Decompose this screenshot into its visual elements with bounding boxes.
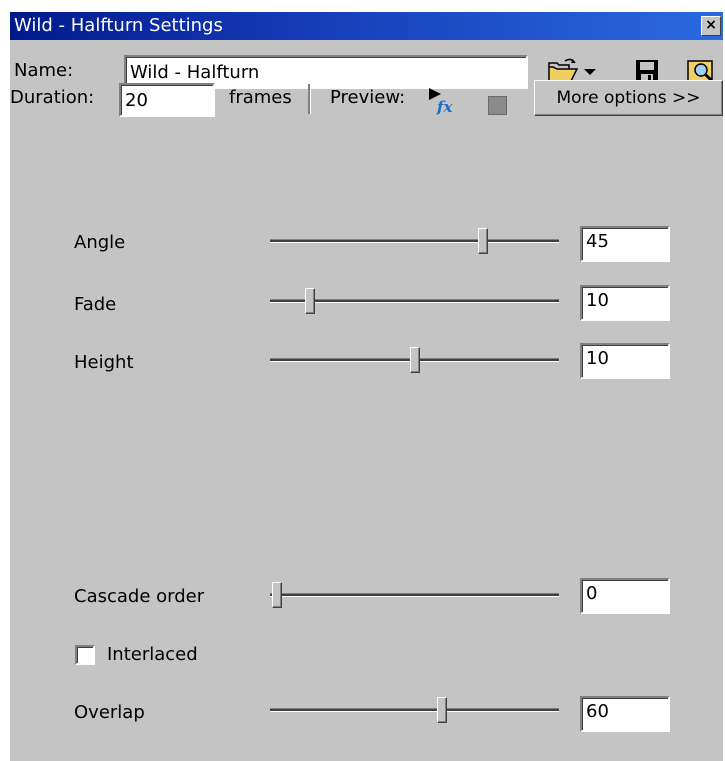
stop-icon[interactable] bbox=[488, 96, 507, 115]
preview-label: Preview: bbox=[330, 87, 406, 108]
height-value-field[interactable]: 10 bbox=[580, 343, 670, 379]
height-label: Height bbox=[74, 352, 134, 373]
slider-thumb[interactable] bbox=[272, 582, 282, 608]
preview-fx-play-icon[interactable]: fx bbox=[427, 86, 461, 116]
window-title: Wild - Halfturn Settings bbox=[14, 15, 223, 36]
height-slider[interactable] bbox=[270, 347, 559, 377]
slider-thumb[interactable] bbox=[478, 228, 488, 254]
more-options-button[interactable]: More options >> bbox=[534, 80, 723, 116]
fade-slider[interactable] bbox=[270, 288, 559, 318]
slider-track bbox=[270, 239, 559, 243]
cascade-order-label: Cascade order bbox=[74, 586, 205, 607]
close-button[interactable]: × bbox=[701, 16, 721, 36]
overlap-value-field[interactable]: 60 bbox=[580, 696, 670, 732]
slider-thumb[interactable] bbox=[410, 347, 420, 373]
settings-window: Wild - Halfturn Settings × Name: Duratio… bbox=[10, 12, 723, 761]
duration-input[interactable] bbox=[119, 83, 215, 117]
title-bar[interactable]: Wild - Halfturn Settings × bbox=[10, 12, 723, 40]
angle-label: Angle bbox=[74, 232, 126, 253]
cascade-order-slider[interactable] bbox=[270, 582, 559, 612]
cascade-order-value-field[interactable]: 0 bbox=[580, 578, 670, 614]
angle-value-field[interactable]: 45 bbox=[580, 226, 670, 262]
fade-label: Fade bbox=[74, 294, 117, 315]
svg-text:fx: fx bbox=[436, 98, 453, 116]
angle-slider[interactable] bbox=[270, 228, 559, 258]
slider-track bbox=[270, 708, 559, 712]
interlaced-label: Interlaced bbox=[107, 644, 198, 665]
fade-value-field[interactable]: 10 bbox=[580, 285, 670, 321]
name-label: Name: bbox=[14, 60, 74, 81]
overlap-label: Overlap bbox=[74, 702, 145, 723]
interlaced-checkbox[interactable] bbox=[75, 645, 95, 665]
toolbar-separator bbox=[308, 84, 311, 114]
dropdown-arrow-icon[interactable] bbox=[583, 67, 597, 77]
overlap-slider[interactable] bbox=[270, 697, 559, 727]
slider-track bbox=[270, 593, 559, 597]
frames-unit-label: frames bbox=[229, 87, 292, 108]
slider-thumb[interactable] bbox=[305, 288, 315, 314]
slider-thumb[interactable] bbox=[437, 697, 447, 723]
duration-label: Duration: bbox=[10, 87, 95, 108]
